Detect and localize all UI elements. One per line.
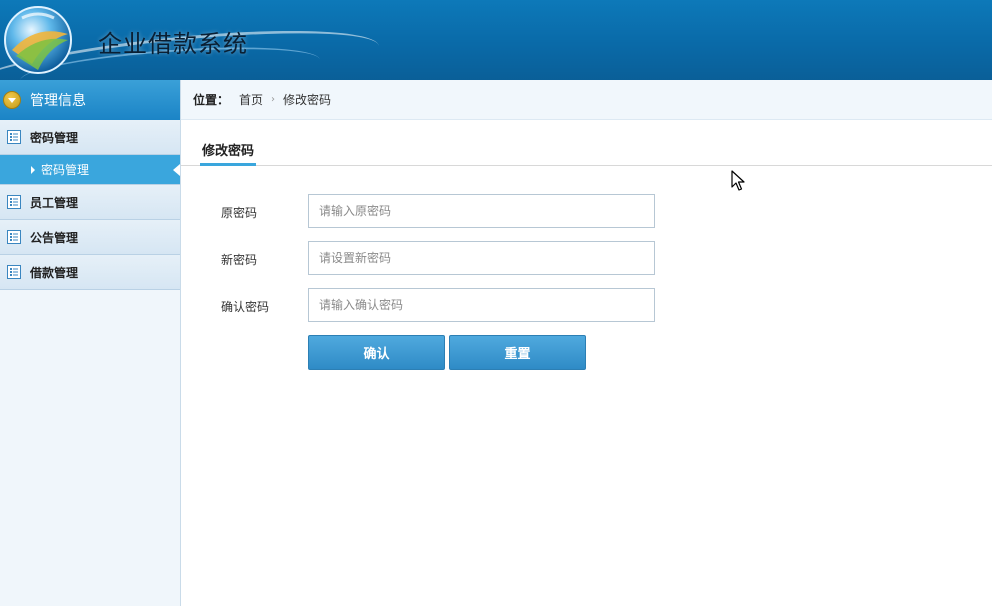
breadcrumb-home-link[interactable]: 首页 bbox=[239, 91, 263, 108]
old-password-label: 原密码 bbox=[221, 206, 258, 220]
sidebar-group-label: 员工管理 bbox=[30, 195, 79, 210]
old-password-row: 原密码 bbox=[181, 194, 992, 228]
main-content: 位置： 首页 › 修改密码 修改密码 原密码 新密码 确认密码 确认 重置 bbox=[181, 80, 992, 606]
confirm-password-row: 确认密码 bbox=[181, 288, 992, 322]
caret-right-icon bbox=[31, 165, 35, 174]
new-password-label: 新密码 bbox=[221, 253, 258, 267]
sidebar: 管理信息 密码管理 密码管理 员工管理 公告管理 借款管理 bbox=[0, 80, 181, 606]
active-indicator bbox=[173, 164, 180, 176]
sidebar-group-announcements[interactable]: 公告管理 bbox=[0, 220, 180, 255]
chevron-down-icon bbox=[3, 91, 21, 109]
new-password-input[interactable] bbox=[308, 241, 655, 275]
sidebar-group-label: 借款管理 bbox=[30, 265, 79, 280]
logo-globe-icon bbox=[4, 6, 72, 74]
sidebar-group-label: 公告管理 bbox=[30, 230, 79, 245]
list-icon bbox=[7, 130, 21, 144]
sidebar-group-loans[interactable]: 借款管理 bbox=[0, 255, 180, 290]
list-icon bbox=[7, 230, 21, 244]
sidebar-section-header[interactable]: 管理信息 bbox=[0, 80, 180, 120]
sidebar-section-title: 管理信息 bbox=[30, 93, 86, 109]
sidebar-item-password-management[interactable]: 密码管理 bbox=[0, 155, 180, 185]
breadcrumb-current: 修改密码 bbox=[283, 93, 332, 107]
confirm-password-label: 确认密码 bbox=[221, 300, 270, 314]
list-icon bbox=[7, 195, 21, 209]
sidebar-group-password[interactable]: 密码管理 bbox=[0, 120, 180, 155]
breadcrumb-prefix: 位置： bbox=[193, 93, 230, 107]
app-title: 企业借款系统 bbox=[98, 30, 248, 58]
new-password-row: 新密码 bbox=[181, 241, 992, 275]
confirm-button[interactable]: 确认 bbox=[308, 335, 445, 370]
sidebar-item-label: 密码管理 bbox=[41, 163, 90, 177]
app-header: 企业借款系统 bbox=[0, 0, 992, 80]
mouse-cursor-icon bbox=[731, 170, 745, 191]
chevron-right-icon: › bbox=[271, 94, 276, 105]
old-password-input[interactable] bbox=[308, 194, 655, 228]
tab-bar: 修改密码 bbox=[181, 120, 992, 166]
list-icon bbox=[7, 265, 21, 279]
sidebar-group-employees[interactable]: 员工管理 bbox=[0, 185, 180, 220]
confirm-password-input[interactable] bbox=[308, 288, 655, 322]
reset-button[interactable]: 重置 bbox=[449, 335, 586, 370]
breadcrumb: 位置： 首页 › 修改密码 bbox=[181, 80, 992, 120]
tab-change-password[interactable]: 修改密码 bbox=[200, 134, 257, 166]
sidebar-group-label: 密码管理 bbox=[30, 130, 79, 145]
